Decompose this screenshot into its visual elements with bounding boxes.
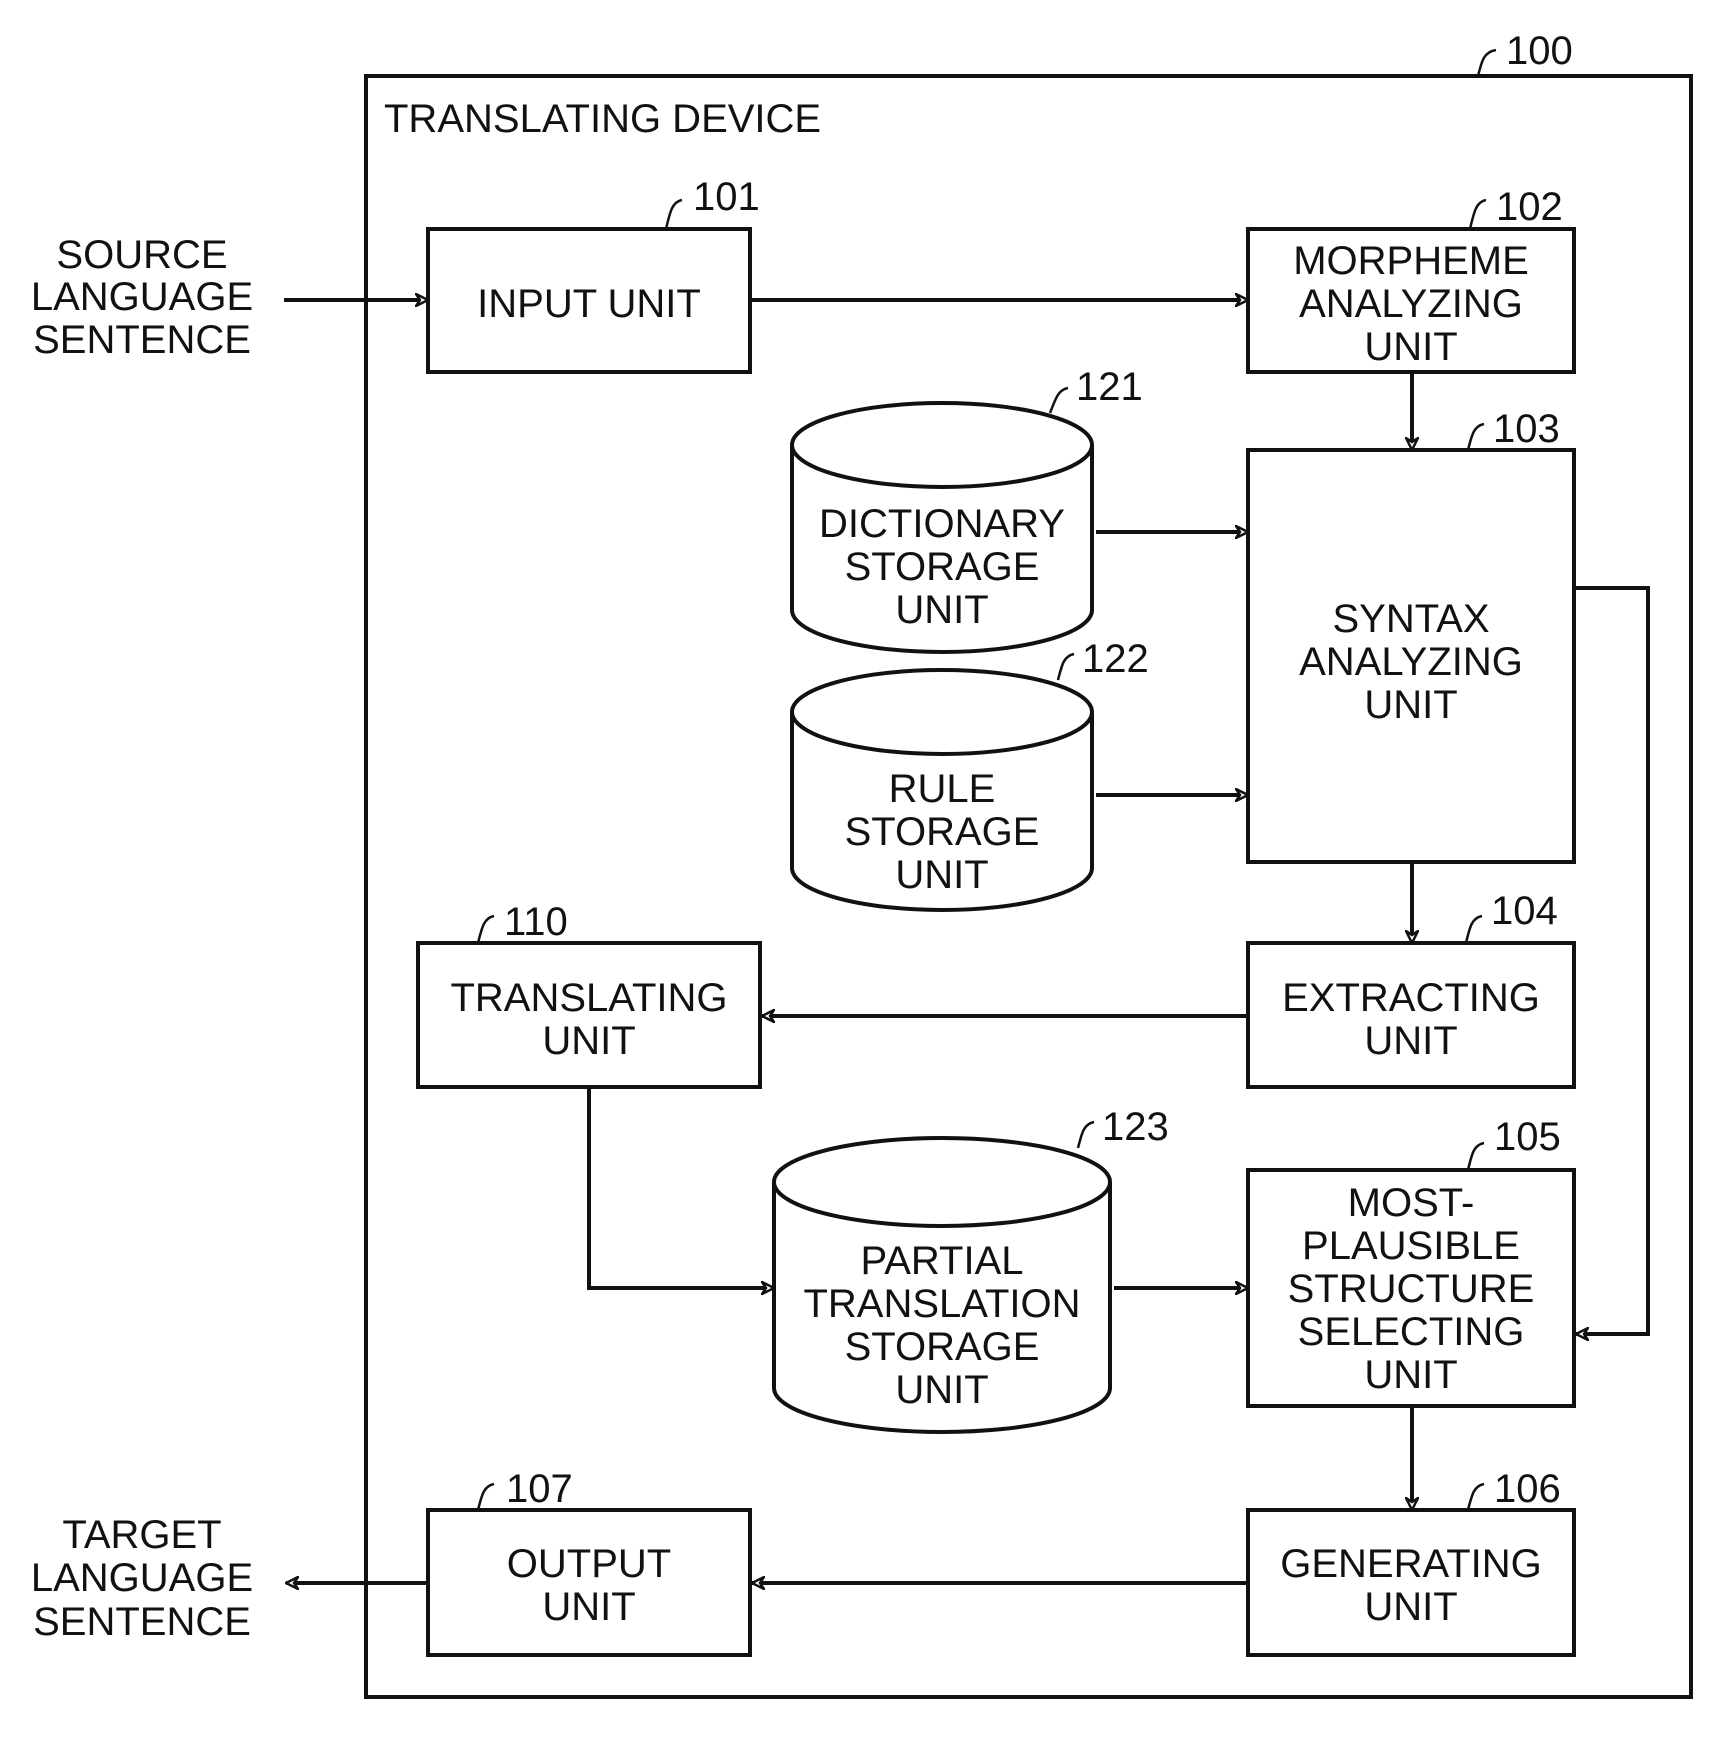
device-title: TRANSLATING DEVICE — [384, 97, 821, 141]
ref-label-123: 123 — [1102, 1105, 1169, 1149]
target-language-sentence: TARGET LANGUAGE SENTENCE — [31, 1513, 253, 1644]
partial-line-1: PARTIAL — [860, 1239, 1023, 1283]
target-line-2: LANGUAGE — [31, 1556, 253, 1600]
ref-label-103: 103 — [1493, 407, 1560, 451]
ref-label-100: 100 — [1506, 29, 1573, 73]
ref-leader-104 — [1464, 914, 1483, 944]
target-line-3: SENTENCE — [33, 1600, 251, 1644]
ref-leader-100 — [1476, 48, 1497, 77]
arrow-translating-to-partial — [587, 1087, 774, 1288]
ref-label-105: 105 — [1494, 1115, 1561, 1159]
rule-storage-unit: RULE STORAGE UNIT 122 — [790, 637, 1149, 912]
morpheme-analyzing-unit: MORPHEME ANALYZING UNIT 102 — [1246, 185, 1576, 374]
selecting-line-2: PLAUSIBLE — [1302, 1224, 1520, 1268]
syntax-line-1: SYNTAX — [1332, 597, 1489, 641]
source-line-3: SENTENCE — [33, 318, 251, 362]
ref-label-102: 102 — [1496, 185, 1563, 229]
ref-leader-121 — [1048, 386, 1069, 414]
translating-device-block-diagram: TRANSLATING DEVICE 100 SOURCE LANGUAGE S… — [31, 29, 1693, 1699]
dictionary-cylinder-top — [790, 401, 1094, 489]
translating-unit: TRANSLATING UNIT 110 — [416, 900, 762, 1089]
target-line-1: TARGET — [62, 1513, 221, 1557]
ref-leader-123 — [1076, 1120, 1095, 1149]
rule-line-3: UNIT — [895, 853, 988, 897]
output-line-1: OUTPUT — [507, 1542, 671, 1586]
ref-leader-122 — [1056, 652, 1075, 681]
selecting-line-3: STRUCTURE — [1288, 1267, 1535, 1311]
partial-line-3: STORAGE — [845, 1325, 1040, 1369]
morpheme-line-3: UNIT — [1364, 325, 1457, 369]
dictionary-line-2: STORAGE — [845, 545, 1040, 589]
selecting-line-1: MOST- — [1348, 1181, 1475, 1225]
dictionary-line-3: UNIT — [895, 588, 988, 632]
ref-leader-103 — [1466, 422, 1485, 451]
ref-label-106: 106 — [1494, 1467, 1561, 1511]
output-unit: OUTPUT UNIT 107 — [426, 1467, 752, 1657]
ref-label-110: 110 — [504, 900, 568, 944]
output-line-2: UNIT — [542, 1585, 635, 1629]
partial-cylinder-top — [772, 1136, 1112, 1228]
source-line-1: SOURCE — [56, 233, 227, 277]
translating-line-2: UNIT — [542, 1019, 635, 1063]
ref-label-104: 104 — [1491, 889, 1558, 933]
input-unit-label: INPUT UNIT — [477, 282, 701, 326]
morpheme-line-1: MORPHEME — [1293, 239, 1529, 283]
ref-leader-102 — [1468, 198, 1487, 230]
ref-label-122: 122 — [1082, 637, 1149, 681]
syntax-line-3: UNIT — [1364, 683, 1457, 727]
extracting-line-2: UNIT — [1364, 1019, 1457, 1063]
arrow-syntax-to-selecting — [1576, 586, 1650, 1334]
ref-leader-107 — [476, 1482, 495, 1511]
ref-label-107: 107 — [506, 1467, 573, 1511]
generating-line-2: UNIT — [1364, 1585, 1457, 1629]
most-plausible-structure-selecting-unit: MOST- PLAUSIBLE STRUCTURE SELECTING UNIT… — [1246, 1115, 1576, 1408]
ref-leader-106 — [1466, 1482, 1485, 1511]
selecting-line-5: UNIT — [1364, 1353, 1457, 1397]
ref-leader-110 — [476, 914, 495, 944]
source-line-2: LANGUAGE — [31, 275, 253, 319]
ref-leader-101 — [664, 198, 683, 230]
input-unit: INPUT UNIT 101 — [426, 175, 760, 374]
morpheme-line-2: ANALYZING — [1299, 282, 1523, 326]
syntax-line-2: ANALYZING — [1299, 640, 1523, 684]
dictionary-line-1: DICTIONARY — [819, 502, 1065, 546]
partial-translation-storage-unit: PARTIAL TRANSLATION STORAGE UNIT 123 — [772, 1105, 1169, 1434]
rule-line-2: STORAGE — [845, 810, 1040, 854]
syntax-analyzing-unit: SYNTAX ANALYZING UNIT 103 — [1246, 407, 1576, 864]
translating-line-1: TRANSLATING — [450, 976, 727, 1020]
source-language-sentence: SOURCE LANGUAGE SENTENCE — [31, 233, 253, 362]
selecting-line-4: SELECTING — [1298, 1310, 1525, 1354]
generating-line-1: GENERATING — [1280, 1542, 1542, 1586]
partial-line-4: UNIT — [895, 1368, 988, 1412]
rule-cylinder-top — [790, 668, 1094, 756]
ref-label-101: 101 — [693, 175, 760, 219]
ref-label-121: 121 — [1076, 365, 1143, 409]
partial-line-2: TRANSLATION — [803, 1282, 1080, 1326]
rule-line-1: RULE — [889, 767, 996, 811]
dictionary-storage-unit: DICTIONARY STORAGE UNIT 121 — [790, 365, 1143, 654]
ref-leader-105 — [1466, 1141, 1485, 1171]
extracting-line-1: EXTRACTING — [1282, 976, 1540, 1020]
